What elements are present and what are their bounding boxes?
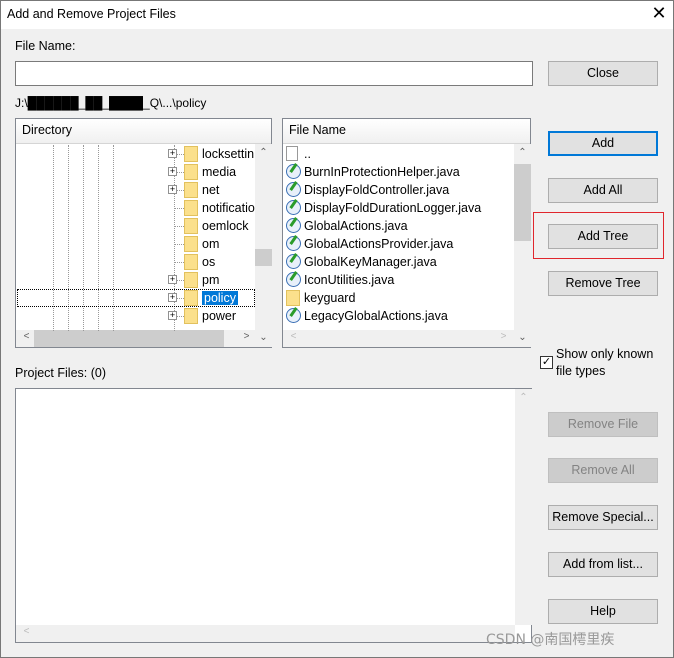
directory-item-label: oemlock [202,219,249,233]
file-item-label: LegacyGlobalActions.java [304,309,448,323]
file-item[interactable]: IconUtilities.java [286,271,512,289]
expand-icon[interactable]: + [168,149,177,158]
file-icon [286,146,298,162]
directory-header[interactable]: Directory [16,119,271,144]
file-item[interactable]: LegacyGlobalActions.java [286,307,512,325]
file-item[interactable]: DisplayFoldDurationLogger.java [286,199,512,217]
add-all-button[interactable]: Add All [548,178,658,203]
directory-item[interactable]: net [184,181,255,199]
watermark: CSDN @南国樗里疾 [486,632,615,648]
folder-icon [286,289,300,306]
file-item-label: DisplayFoldDurationLogger.java [304,201,482,215]
directory-item[interactable]: locksettin [184,145,255,163]
remove-all-button[interactable]: Remove All [548,458,658,483]
remove-special-button[interactable]: Remove Special... [548,505,658,530]
directory-hscrollbar[interactable]: < > [16,330,255,347]
directory-item-label: media [202,165,237,179]
file-item[interactable]: GlobalActions.java [286,217,512,235]
close-icon[interactable]: ✕ [649,3,669,24]
java-file-icon [286,236,301,252]
close-button[interactable]: Close [548,61,658,86]
file-item[interactable]: keyguard [286,289,512,307]
directory-item-label: power [202,309,237,323]
show-known-checkbox[interactable]: ✓ [540,356,553,369]
folder-icon [184,307,198,324]
directory-item-label: pm [202,273,220,287]
add-tree-button[interactable]: Add Tree [548,224,658,249]
project-hscrollbar[interactable]: < [16,625,515,642]
directory-item[interactable]: media [184,163,255,181]
file-item-label: keyguard [304,291,356,305]
file-item-label: BurnInProtectionHelper.java [304,165,460,179]
file-item[interactable]: BurnInProtectionHelper.java [286,163,512,181]
file-vscrollbar[interactable]: ⌃ ⌄ [514,144,531,347]
focus-rect [17,289,255,307]
file-item[interactable]: .. [286,145,512,163]
file-hscrollbar[interactable]: < > [283,330,514,347]
title-bar: Add and Remove Project Files ✕ [1,1,673,29]
file-item[interactable]: GlobalKeyManager.java [286,253,512,271]
java-file-icon [286,218,301,234]
project-files-label: Project Files: (0) [15,366,106,380]
folder-icon [184,163,198,180]
directory-item[interactable]: pm [184,271,255,289]
tree-connector [175,208,184,209]
file-name-input[interactable] [15,61,533,86]
window-title: Add and Remove Project Files [7,7,176,21]
folder-icon [184,181,198,198]
directory-vscrollbar[interactable]: ⌃ ⌄ [255,144,272,347]
directory-item-label: locksettin [202,147,255,161]
file-name-header[interactable]: File Name [283,119,530,144]
expand-icon[interactable]: + [168,167,177,176]
expand-icon[interactable]: + [168,311,177,320]
file-item-label: DisplayFoldController.java [304,183,450,197]
folder-icon [184,199,198,216]
show-known-label: Show only known file types [556,347,654,378]
tree-connector [175,262,184,263]
java-file-icon [286,272,301,288]
directory-item[interactable]: os [184,253,255,271]
java-file-icon [286,182,301,198]
directory-item[interactable]: oemlock [184,217,255,235]
folder-icon [184,271,198,288]
project-vscrollbar[interactable]: ⌃ [515,389,532,625]
expand-icon[interactable]: + [168,185,177,194]
file-name-label: File Name: [15,39,76,53]
add-from-list-button[interactable]: Add from list... [548,552,658,577]
current-path: J:\██████_██_████_Q\...\policy [15,96,207,110]
directory-item[interactable]: notificatio [184,199,255,217]
tree-connector [175,226,184,227]
remove-tree-button[interactable]: Remove Tree [548,271,658,296]
file-item-label: GlobalActionsProvider.java [304,237,454,251]
folder-icon [184,145,198,162]
help-button[interactable]: Help [548,599,658,624]
directory-item[interactable]: om [184,235,255,253]
folder-icon [184,253,198,270]
folder-icon [184,235,198,252]
file-item[interactable]: GlobalActionsProvider.java [286,235,512,253]
java-file-icon [286,308,301,324]
file-item-label: GlobalKeyManager.java [304,255,437,269]
folder-icon [184,217,198,234]
add-button[interactable]: Add [548,131,658,156]
tree-connector [175,244,184,245]
directory-item-label: net [202,183,220,197]
file-item-label: IconUtilities.java [304,273,395,287]
java-file-icon [286,164,301,180]
java-file-icon [286,200,301,216]
file-item-label: GlobalActions.java [304,219,408,233]
java-file-icon [286,254,301,270]
directory-item-label: notificatio [202,201,255,215]
file-item-label: .. [304,147,311,161]
directory-item-label: os [202,255,216,269]
directory-item[interactable]: power [184,307,255,325]
remove-file-button[interactable]: Remove File [548,412,658,437]
expand-icon[interactable]: + [168,275,177,284]
file-item[interactable]: DisplayFoldController.java [286,181,512,199]
project-files-list[interactable]: ⌃ < [15,388,532,643]
directory-item-label: om [202,237,220,251]
